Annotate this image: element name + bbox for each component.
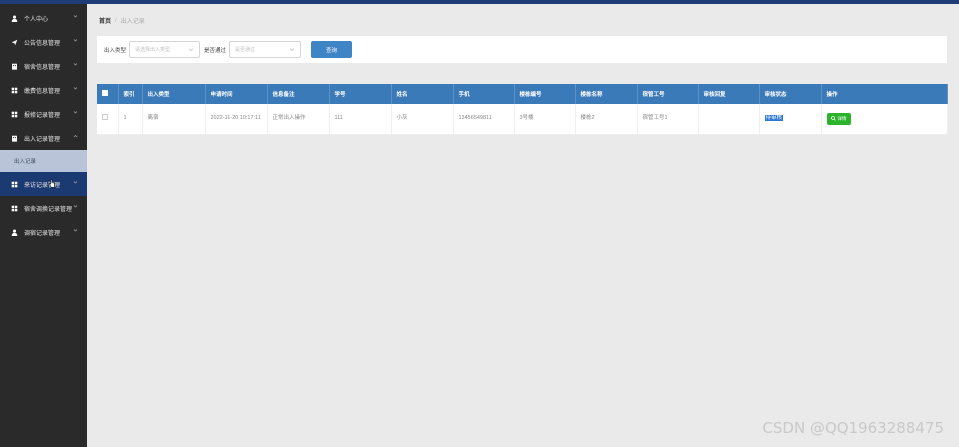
chevron-down-icon (73, 205, 78, 208)
chevron-down-icon (73, 15, 78, 18)
grid-icon (11, 111, 18, 117)
sidebar-item-label: 报修记录管理 (24, 112, 61, 119)
column-header: 审核状态 (759, 84, 822, 104)
review-filter-label: 是否通过 (204, 47, 227, 54)
cell-phone: 13456549811 (453, 104, 515, 135)
column-header: 索引 (118, 84, 143, 104)
cell-building-no: 3号楼 (514, 104, 576, 135)
records-table: 索引 出入类型 申请时间 信息备注 学号 姓名 手机 楼栋编号 楼栋名称 宿管工… (97, 84, 948, 135)
column-header: 手机 (453, 84, 515, 104)
cell-time: 2022-11-20 10:17:11 (205, 104, 268, 135)
breadcrumb-current: 出入记录 (120, 19, 145, 25)
sidebar-subitem-label: 出入记录 (14, 159, 37, 165)
sidebar-item-dorm-swap[interactable]: 宿舍调换记录管理 (0, 196, 87, 220)
grid-icon (11, 205, 18, 211)
chevron-up-icon (73, 135, 78, 138)
chevron-down-icon (289, 48, 295, 52)
table-row: 1 离宿 2022-11-20 10:17:11 正常出入操作 111 小灰 1… (97, 104, 948, 135)
column-header: 申请时间 (205, 84, 268, 104)
building-icon (12, 63, 17, 70)
sidebar-item-label: 公告信息管理 (24, 40, 61, 47)
column-header: 楼栋编号 (514, 84, 576, 104)
sidebar-item-label: 缴费信息管理 (24, 88, 61, 95)
column-header: 出入类型 (142, 84, 206, 104)
sidebar-item-payment[interactable]: 缴费信息管理 (0, 78, 87, 102)
table-header-row: 索引 出入类型 申请时间 信息备注 学号 姓名 手机 楼栋编号 楼栋名称 宿管工… (97, 84, 948, 104)
grid-icon (11, 181, 18, 187)
search-icon (830, 116, 836, 121)
watermark: CSDN @QQ1963288475 (762, 419, 944, 437)
sidebar-item-label: 个人中心 (24, 16, 49, 23)
detail-button-label: 详情 (837, 116, 847, 121)
chevron-down-icon (73, 63, 78, 66)
column-header: 审核回复 (698, 84, 760, 104)
row-checkbox[interactable] (102, 113, 108, 120)
sidebar-item-repair[interactable]: 报修记录管理 (0, 102, 87, 126)
column-header: 姓名 (391, 84, 454, 104)
cell-status: 待审核 (759, 104, 822, 135)
breadcrumb-home[interactable]: 首页 (99, 16, 111, 25)
user-icon (11, 15, 18, 22)
cell-staff-id: 宿管工号1 (637, 104, 699, 135)
column-header: 宿管工号 (637, 84, 699, 104)
cell-building-name: 楼栋2 (575, 104, 638, 135)
building-icon (12, 135, 17, 142)
search-panel: 出入类型 请选择出入类型 是否通过 是否通过 查询 (97, 36, 947, 63)
sidebar-item-visitors[interactable]: 来访记录管理 (0, 172, 87, 196)
sidebar-item-announcements[interactable]: 公告信息管理 (0, 30, 87, 54)
review-select[interactable]: 是否通过 (229, 41, 302, 58)
send-icon (11, 39, 18, 45)
cell-type: 离宿 (142, 104, 206, 135)
breadcrumb-separator: / (115, 17, 117, 24)
type-select[interactable]: 请选择出入类型 (129, 41, 201, 58)
chevron-down-icon (73, 39, 78, 42)
sidebar-item-label: 宿舍调换记录管理 (24, 206, 73, 213)
chevron-down-icon (73, 181, 78, 184)
chevron-down-icon (73, 229, 78, 232)
column-header: 操作 (821, 84, 948, 104)
user-icon (11, 229, 18, 236)
sidebar: 个人中心 公告信息管理 宿舍信息管理 缴费信息管理 报修记录管理 出入记录管理 … (0, 4, 87, 447)
sidebar-item-access[interactable]: 出入记录管理 (0, 126, 87, 150)
status-badge: 待审核 (764, 115, 784, 122)
chevron-down-icon (73, 87, 78, 90)
top-bar (0, 0, 959, 4)
cell-name: 小灰 (391, 104, 454, 135)
cell-remark: 正常出入操作 (267, 104, 330, 135)
sidebar-item-label: 宿舍信息管理 (24, 64, 61, 71)
detail-button[interactable]: 详情 (826, 112, 851, 125)
sidebar-subitem-access-records[interactable]: 出入记录 (0, 150, 87, 172)
breadcrumb: 首页 / 出入记录 (99, 16, 145, 26)
type-select-placeholder: 请选择出入类型 (135, 47, 171, 53)
sidebar-item-dormitory[interactable]: 宿舍信息管理 (0, 54, 87, 78)
sidebar-item-label: 调宿记录管理 (24, 230, 61, 237)
query-button[interactable]: 查询 (311, 41, 353, 58)
cell-action: 详情 (821, 104, 948, 135)
sidebar-item-profile[interactable]: 个人中心 (0, 6, 87, 30)
column-header: 楼栋名称 (575, 84, 638, 104)
hand-cursor-icon (49, 179, 55, 188)
cell-index: 1 (118, 104, 143, 135)
review-select-placeholder: 是否通过 (235, 47, 256, 53)
column-header: 学号 (329, 84, 392, 104)
column-header: 信息备注 (267, 84, 330, 104)
sidebar-item-room-change[interactable]: 调宿记录管理 (0, 220, 87, 244)
type-filter-label: 出入类型 (104, 47, 127, 54)
grid-icon (11, 87, 18, 93)
cell-student-id: 111 (329, 104, 392, 135)
select-all-header[interactable] (97, 84, 119, 104)
row-select-cell[interactable] (97, 104, 119, 135)
chevron-down-icon (73, 111, 78, 114)
cell-reply (698, 104, 760, 135)
sidebar-item-label: 出入记录管理 (24, 136, 61, 143)
select-all-checkbox[interactable] (102, 90, 108, 96)
chevron-down-icon (188, 48, 194, 52)
